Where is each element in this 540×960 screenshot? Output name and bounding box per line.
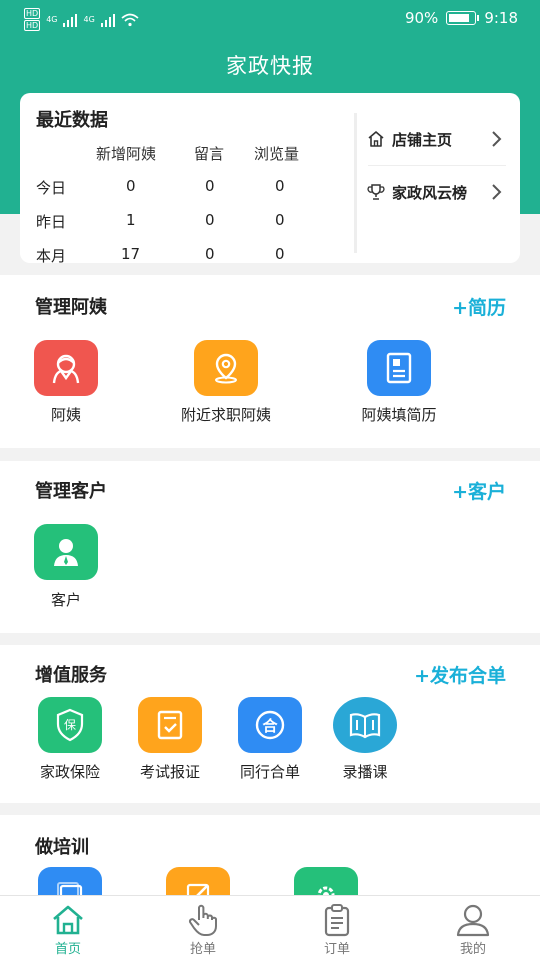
tab-mine[interactable]: 我的 <box>423 896 523 960</box>
insurance-label: 家政保险 <box>39 763 100 781</box>
row-label: 今日 <box>36 179 67 197</box>
home-icon <box>53 905 83 935</box>
hd-badge-1: HD <box>24 8 41 19</box>
col-header-views: 浏览量 <box>254 145 300 163</box>
add-resume-button[interactable]: +简历 <box>452 293 506 320</box>
clipboard-icon <box>324 904 350 937</box>
hd-badge-2: HD <box>24 20 41 31</box>
aunt-label: 阿姨 <box>50 406 81 424</box>
status-bar: HD HD 4G 4G 90% 9:18 <box>0 0 540 38</box>
status-left: HD HD 4G 4G <box>24 8 139 31</box>
hand-pointer-icon <box>188 904 217 936</box>
tab-orders-label: 订单 <box>323 942 350 957</box>
value-new-aunts: 1 <box>126 211 136 229</box>
tab-orders[interactable]: 订单 <box>287 896 387 960</box>
network-type-2: 4G <box>83 15 95 24</box>
nearby-aunts-label: 附近求职阿姨 <box>180 406 271 424</box>
links-divider <box>368 165 506 166</box>
manage-customer-title: 管理客户 <box>35 481 107 502</box>
tab-mine-label: 我的 <box>459 942 486 957</box>
publish-merge-order-button[interactable]: +发布合单 <box>414 661 506 688</box>
gear-icon[interactable] <box>294 867 358 895</box>
bottom-tab-bar: 首页 抢单 订单 我的 <box>0 895 540 960</box>
value-new-aunts: 17 <box>121 245 141 263</box>
status-right: 90% 9:18 <box>405 9 518 27</box>
merge-order-icon: 合 <box>238 697 302 753</box>
stats-row-today: 今日 0 0 0 <box>20 177 354 197</box>
tab-home[interactable]: 首页 <box>18 896 118 960</box>
value-views: 0 <box>275 211 285 229</box>
resume-icon <box>367 340 431 396</box>
tab-grab-order-label: 抢单 <box>189 942 216 957</box>
exam-icon <box>138 697 202 753</box>
customer-icon <box>34 524 98 580</box>
store-homepage-link[interactable]: 店铺主页 <box>366 121 508 157</box>
manage-aunt-section: 管理阿姨 +简历 阿姨 附近求职阿姨 阿姨填简历 <box>0 275 540 448</box>
value-new-aunts: 0 <box>126 177 136 195</box>
network-type-1: 4G <box>46 15 58 24</box>
add-customer-button[interactable]: +客户 <box>452 477 506 504</box>
gallery-icon[interactable] <box>38 867 102 895</box>
recent-data-panel: 最近数据 新增阿姨 留言 浏览量 今日 0 0 0 昨日 1 0 0 本月 17… <box>20 93 354 265</box>
value-views: 0 <box>275 245 285 263</box>
customer-label: 客户 <box>50 591 81 609</box>
training-section: 做培训 <box>0 815 540 895</box>
home-icon <box>366 129 386 149</box>
recorded-course-label: 录播课 <box>342 763 388 781</box>
chevron-right-icon <box>492 184 502 200</box>
manage-aunt-title: 管理阿姨 <box>35 297 107 318</box>
exam-label: 考试报证 <box>139 763 200 781</box>
signal-icon-1 <box>63 13 78 27</box>
value-messages: 0 <box>205 177 215 195</box>
stats-row-yesterday: 昨日 1 0 0 <box>20 211 354 231</box>
merge-order-badge-text: 合 <box>261 717 278 735</box>
value-messages: 0 <box>205 245 215 263</box>
aunt-resume-label: 阿姨填简历 <box>361 406 437 424</box>
recent-data-title: 最近数据 <box>36 110 108 131</box>
ranking-link[interactable]: 家政风云榜 <box>366 174 508 210</box>
chevron-right-icon <box>492 131 502 147</box>
clock: 9:18 <box>484 9 518 27</box>
row-label: 本月 <box>36 247 67 265</box>
tab-home-label: 首页 <box>54 942 81 957</box>
page-title: 家政快报 <box>226 54 314 78</box>
battery-icon <box>446 11 480 25</box>
wifi-icon <box>121 13 139 26</box>
battery-percent: 90% <box>404 9 439 27</box>
aunt-icon <box>34 340 98 396</box>
value-messages: 0 <box>205 211 215 229</box>
training-title: 做培训 <box>35 837 89 858</box>
store-homepage-label: 店铺主页 <box>392 130 453 149</box>
trophy-icon <box>366 182 386 202</box>
card-divider <box>354 113 357 253</box>
ranking-label: 家政风云榜 <box>392 183 468 202</box>
edit-icon[interactable] <box>166 867 230 895</box>
signal-icon-2 <box>100 13 115 27</box>
value-services-section: 增值服务 +发布合单 保 家政保险 考试报证 合 同行合单 录播课 <box>0 645 540 803</box>
value-services-title: 增值服务 <box>35 665 107 686</box>
stats-row-month: 本月 17 0 0 <box>20 245 354 265</box>
merge-order-label: 同行合单 <box>239 763 300 781</box>
insurance-badge-text: 保 <box>64 718 76 732</box>
tab-grab-order[interactable]: 抢单 <box>153 896 253 960</box>
stats-card: 最近数据 新增阿姨 留言 浏览量 今日 0 0 0 昨日 1 0 0 本月 17… <box>20 93 520 265</box>
user-icon <box>456 904 490 937</box>
book-icon <box>333 697 397 753</box>
col-header-new-aunts: 新增阿姨 <box>96 145 157 163</box>
value-views: 0 <box>275 177 285 195</box>
col-header-messages: 留言 <box>194 145 225 163</box>
manage-customer-section: 管理客户 +客户 客户 <box>0 461 540 633</box>
insurance-icon: 保 <box>38 697 102 753</box>
row-label: 昨日 <box>36 213 67 231</box>
location-icon <box>194 340 258 396</box>
